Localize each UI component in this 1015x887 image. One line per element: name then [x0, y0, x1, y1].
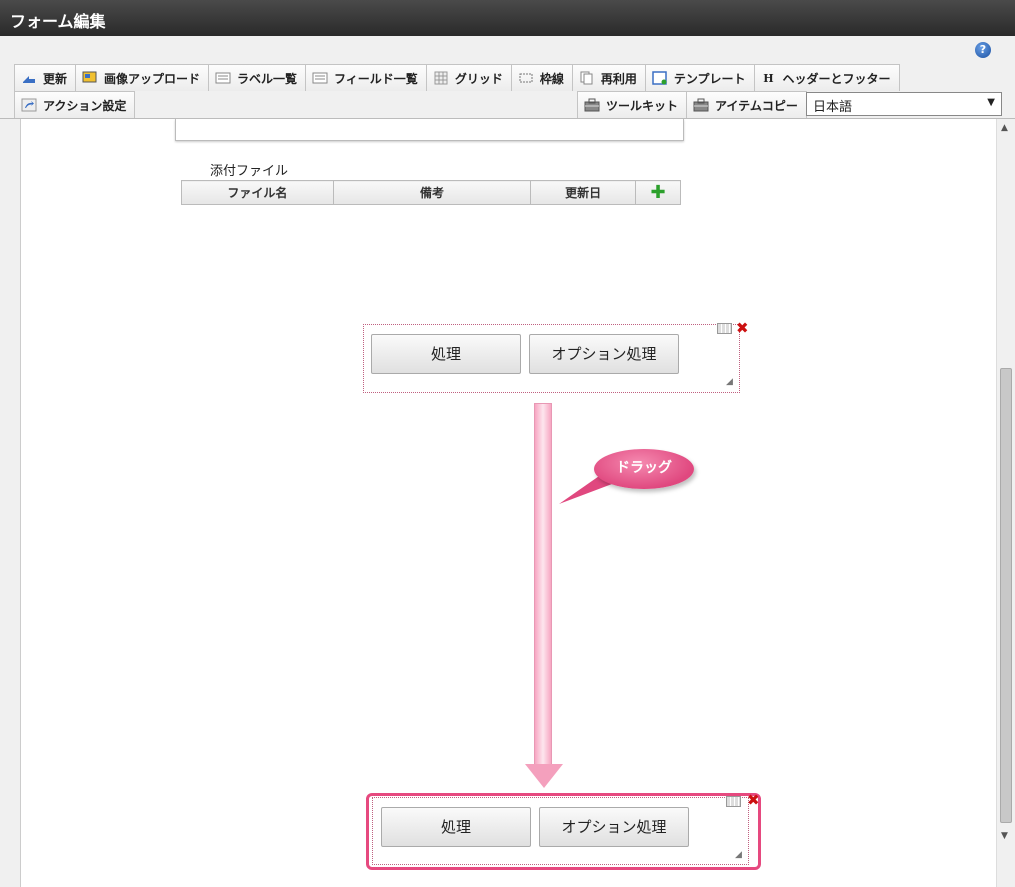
vertical-scrollbar[interactable]: ▲ ▼	[996, 119, 1015, 887]
column-header-filename: ファイル名	[181, 180, 334, 205]
option-process-button[interactable]: オプション処理	[539, 807, 689, 847]
grid-label: グリッド	[454, 71, 503, 86]
template-icon	[652, 71, 668, 85]
toolkit-icon	[584, 98, 600, 112]
item-copy-icon	[693, 98, 709, 112]
image-upload-icon	[82, 71, 98, 85]
action-settings-icon	[21, 98, 37, 112]
button-widget-dropped[interactable]: 処理 オプション処理 ✖ ◢	[372, 793, 760, 865]
reuse-button[interactable]: 再利用	[571, 64, 646, 91]
process-button[interactable]: 処理	[371, 334, 521, 374]
drag-callout: ドラッグ	[594, 449, 694, 489]
border-label: 枠線	[539, 71, 564, 86]
template-label: テンプレート	[673, 71, 746, 86]
reuse-icon	[579, 71, 595, 85]
add-attachment-button[interactable]: ✚	[635, 180, 681, 205]
scroll-corner	[997, 841, 1015, 887]
drag-arrow-shaft	[534, 403, 552, 765]
toolbar-row-2-right: ツールキット アイテムコピー	[577, 91, 807, 118]
field-list-icon	[312, 71, 328, 85]
reuse-label: 再利用	[600, 71, 637, 86]
resize-handle-icon[interactable]: ◢	[726, 377, 733, 387]
scroll-up-icon[interactable]: ▲	[1001, 123, 1008, 133]
template-button[interactable]: テンプレート	[644, 64, 755, 91]
update-label: 更新	[43, 71, 68, 86]
left-gutter	[0, 119, 21, 887]
option-process-button[interactable]: オプション処理	[529, 334, 679, 374]
widget-settings-icon[interactable]	[717, 323, 732, 334]
item-copy-label: アイテムコピー	[715, 98, 798, 113]
image-upload-label: 画像アップロード	[104, 71, 201, 86]
button-widget-source[interactable]: 処理 オプション処理 ✖ ◢	[363, 321, 749, 393]
window-title: フォーム編集	[0, 0, 1015, 36]
drag-arrow-head	[525, 764, 563, 788]
toolbar-row-2: アクション設定	[14, 91, 136, 118]
process-button[interactable]: 処理	[381, 807, 531, 847]
item-copy-button[interactable]: アイテムコピー	[686, 91, 807, 118]
toolbar-row-1: 更新 画像アップロード ラベル一覧 フィールド一覧 グリッド 枠線 再利用 テン…	[14, 64, 900, 91]
resize-handle-icon[interactable]: ◢	[735, 850, 742, 860]
previous-field-box	[175, 119, 684, 141]
toolbar: ? 更新 画像アップロード ラベル一覧 フィールド一覧 グリッド 枠線 再利用	[0, 36, 1015, 119]
update-button[interactable]: 更新	[14, 64, 77, 91]
widget-settings-icon[interactable]	[726, 796, 741, 807]
field-list-button[interactable]: フィールド一覧	[305, 64, 427, 91]
close-icon[interactable]: ✖	[747, 793, 760, 808]
label-list-button[interactable]: ラベル一覧	[208, 64, 307, 91]
action-settings-label: アクション設定	[43, 98, 127, 113]
attachments-table: ファイル名 備考 更新日 ✚	[181, 180, 681, 205]
close-icon[interactable]: ✖	[736, 321, 749, 336]
header-footer-icon: H	[763, 71, 774, 85]
update-icon	[21, 71, 37, 85]
column-header-updated: 更新日	[530, 180, 637, 205]
grid-button[interactable]: グリッド	[425, 64, 512, 91]
help-icon[interactable]: ?	[975, 42, 991, 58]
grid-icon	[433, 71, 449, 85]
header-footer-label: ヘッダーとフッター	[782, 71, 891, 86]
scroll-thumb[interactable]	[1000, 368, 1012, 823]
action-settings-button[interactable]: アクション設定	[14, 91, 136, 118]
field-list-label: フィールド一覧	[334, 71, 418, 86]
toolkit-button[interactable]: ツールキット	[577, 91, 688, 118]
scroll-down-icon[interactable]: ▼	[1001, 831, 1008, 841]
attachments-label: 添付ファイル	[210, 164, 289, 179]
header-footer-button[interactable]: H ヘッダーとフッター	[753, 64, 900, 91]
border-icon	[518, 71, 534, 85]
toolkit-label: ツールキット	[606, 98, 679, 113]
column-header-remarks: 備考	[332, 180, 532, 205]
plus-icon: ✚	[650, 181, 666, 203]
dropdown-arrow-icon: ▼	[987, 97, 995, 108]
language-value: 日本語	[813, 100, 853, 115]
image-upload-button[interactable]: 画像アップロード	[75, 64, 210, 91]
border-button[interactable]: 枠線	[510, 64, 573, 91]
label-list-label: ラベル一覧	[237, 71, 298, 86]
label-list-icon	[215, 71, 231, 85]
language-select[interactable]: 日本語 ▼	[806, 92, 1002, 116]
